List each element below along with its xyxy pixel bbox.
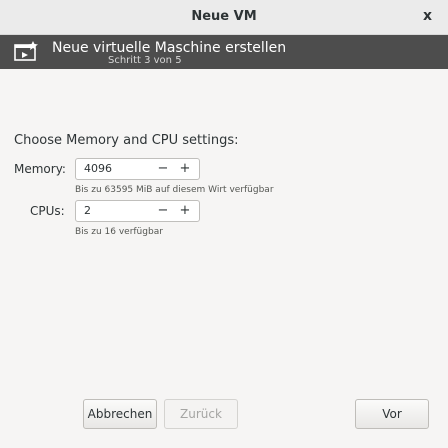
- back-button[interactable]: Zurück: [164, 399, 238, 429]
- memory-spinner[interactable]: 4096 − +: [75, 158, 200, 180]
- intro-text: Choose Memory and CPU settings:: [14, 133, 239, 148]
- close-button[interactable]: x: [423, 8, 432, 24]
- cpus-decrement-button[interactable]: −: [154, 202, 172, 220]
- banner-heading: Neue virtuelle Maschine erstellen: [52, 40, 287, 56]
- cpus-hint: Bis zu 16 verfügbar: [75, 227, 163, 237]
- forward-button[interactable]: Vor: [355, 399, 429, 429]
- memory-hint: Bis zu 63595 MiB auf diesem Wirt verfügb…: [75, 185, 274, 195]
- memory-decrement-button[interactable]: −: [154, 160, 172, 178]
- wizard-buttons: Abbrechen Zurück Vor: [0, 399, 448, 432]
- memory-value[interactable]: 4096: [84, 162, 112, 175]
- cpus-label: CPUs:: [30, 204, 65, 218]
- title-bar: Neue VM x: [0, 0, 448, 35]
- cancel-button[interactable]: Abbrechen: [83, 399, 157, 429]
- banner-step: Schritt 3 von 5: [108, 55, 182, 66]
- wizard-banner: Neue virtuelle Maschine erstellen Schrit…: [0, 35, 448, 69]
- vm-window-icon: [14, 41, 38, 61]
- memory-label: Memory:: [14, 162, 66, 176]
- cpus-value[interactable]: 2: [84, 204, 91, 217]
- window-title: Neue VM: [191, 9, 257, 24]
- cpus-increment-button[interactable]: +: [176, 202, 194, 220]
- memory-increment-button[interactable]: +: [176, 160, 194, 178]
- cpus-spinner[interactable]: 2 − +: [75, 200, 200, 222]
